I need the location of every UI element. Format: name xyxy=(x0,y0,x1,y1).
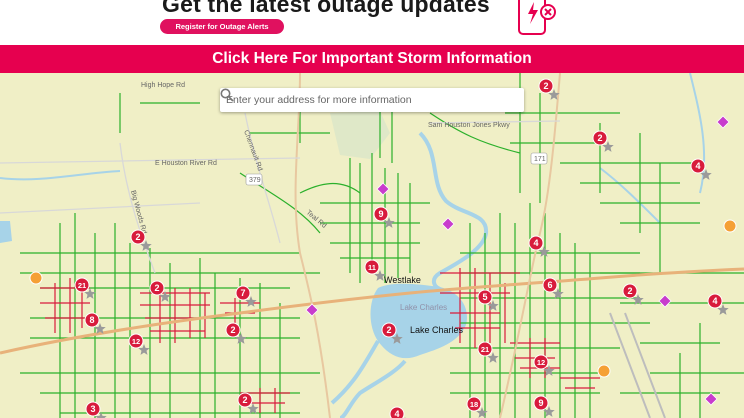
highway-label-379: 379 xyxy=(249,177,261,184)
water-label-lake-charles: Lake Charles xyxy=(400,303,447,312)
outage-count-label: 2 xyxy=(386,325,391,335)
outage-count-label: 9 xyxy=(378,209,383,219)
outage-count-label: 2 xyxy=(230,325,235,335)
diamond-marker-icon[interactable] xyxy=(441,217,455,231)
outage-count-label: 21 xyxy=(78,281,86,290)
outage-count-label: 4 xyxy=(695,161,700,171)
address-search-input[interactable] xyxy=(226,90,496,110)
outage-count-label: 11 xyxy=(368,263,376,272)
outage-count-label: 5 xyxy=(482,292,487,302)
road-label-sam-houston-jones-pkwy: Sam Houston Jones Pkwy xyxy=(428,122,510,129)
road-label-e-houston-river-rd: E Houston River Rd xyxy=(155,160,217,167)
crew-marker-icon[interactable] xyxy=(29,271,43,285)
outage-count-label: 2 xyxy=(543,81,548,91)
diamond-marker-icon[interactable] xyxy=(376,182,390,196)
register-outage-alerts-button[interactable]: Register for Outage Alerts xyxy=(160,19,284,34)
promo-banner: Get the latest outage updates Register f… xyxy=(0,0,744,45)
crew-marker-icon[interactable] xyxy=(723,219,737,233)
alert-phone-icon xyxy=(518,0,556,35)
outage-count-label: 2 xyxy=(154,283,159,293)
outage-count-label: 21 xyxy=(481,345,489,354)
outage-map[interactable]: High Hope Rd E Houston River Rd Sam Hous… xyxy=(0,73,744,418)
outage-count-label: 18 xyxy=(470,400,478,409)
crew-marker-icon[interactable] xyxy=(597,364,611,378)
outage-count-label: 8 xyxy=(89,315,94,325)
diamond-marker-icon[interactable] xyxy=(716,115,730,129)
outage-count-label: 4 xyxy=(712,296,717,306)
outage-count-label: 4 xyxy=(533,238,538,248)
outage-count-label: 3 xyxy=(90,404,95,414)
highway-label-171: 171 xyxy=(534,156,546,163)
storm-information-link[interactable]: Click Here For Important Storm Informati… xyxy=(0,45,744,73)
outage-count-label: 2 xyxy=(597,133,602,143)
city-label-lake-charles: Lake Charles xyxy=(410,325,464,335)
marsh-area xyxy=(330,111,390,159)
outage-count-label: 2 xyxy=(135,232,140,242)
search-icon[interactable] xyxy=(220,88,234,102)
outage-count-label: 6 xyxy=(547,280,552,290)
pond xyxy=(0,221,12,243)
road-label-big-woods-rd: Big Woods Rd xyxy=(129,190,147,235)
banner-headline: Get the latest outage updates xyxy=(162,0,490,17)
diamond-marker-icon[interactable] xyxy=(704,392,718,406)
city-label-westlake: Westlake xyxy=(384,275,421,285)
outage-count-label: 2 xyxy=(627,286,632,296)
address-search-box xyxy=(220,88,524,112)
road-label-chennault-rd: Chennault Rd xyxy=(242,129,263,172)
road-label-high-hope-rd: High Hope Rd xyxy=(141,82,185,89)
outage-count-label: 4 xyxy=(394,409,399,418)
outage-count-label: 12 xyxy=(132,337,140,346)
diamond-marker-icon[interactable] xyxy=(658,294,672,308)
outage-count-label: 7 xyxy=(240,288,245,298)
outage-count-label: 12 xyxy=(537,358,545,367)
outage-count-label: 9 xyxy=(538,398,543,408)
outage-count-label: 2 xyxy=(242,395,247,405)
